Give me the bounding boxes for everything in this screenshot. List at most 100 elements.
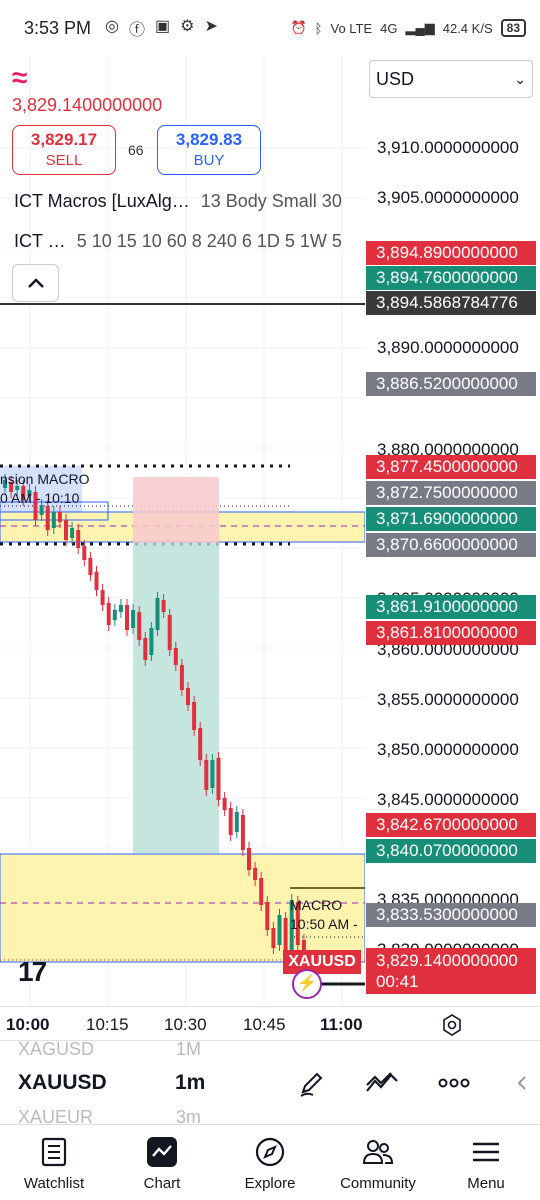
- prev-interval[interactable]: 1M: [176, 1039, 201, 1060]
- indicator-params: 5 10 15 10 60 8 240 6 1D 5 1W 5: [76, 231, 342, 251]
- time-axis-label: 10:00: [6, 1015, 50, 1034]
- status-system-icons: ⏰ ᛒ Vo LTE 4G ▂▄▆ 42.4 K/S 83: [290, 19, 526, 37]
- chart-settings-icon[interactable]: [440, 1013, 464, 1042]
- price-tag: 3,872.7500000000: [366, 481, 536, 505]
- buy-label: BUY: [193, 152, 225, 169]
- more-options-icon[interactable]: [436, 1065, 472, 1101]
- time-axis-label: 10:45: [243, 1015, 286, 1034]
- candle-body: [240, 815, 245, 850]
- buy-button[interactable]: 3,829.83 BUY: [157, 125, 261, 175]
- prev-symbol[interactable]: XAGUSD: [18, 1039, 94, 1060]
- macro-label-top: nsion MACRO: [0, 471, 90, 487]
- compass-icon: [253, 1135, 287, 1169]
- broker-logo[interactable]: ≈: [12, 64, 44, 92]
- buy-price: 3,829.83: [175, 130, 243, 149]
- candle-body: [186, 688, 190, 705]
- pencil-icon[interactable]: [294, 1065, 330, 1101]
- bar-countdown: 00:41: [376, 972, 419, 991]
- candle-body: [228, 808, 233, 835]
- candle-body: [94, 572, 99, 590]
- chevron-down-icon: ⌄: [514, 70, 526, 87]
- indicator-name: ICT Macros [LuxAlg…: [14, 191, 190, 211]
- symbol-toolbar: XAGUSD 1M XAUUSD 1m XAUEUR 3m: [0, 1039, 540, 1127]
- indicator-legend-ict[interactable]: ICT … 5 10 15 10 60 8 240 6 1D 5 1W 5: [14, 231, 342, 252]
- candle-body: [76, 530, 81, 548]
- spread-value: 66: [128, 142, 144, 158]
- community-icon: [361, 1135, 395, 1169]
- candle-body: [51, 512, 56, 528]
- symbol-selector[interactable]: XAUUSD: [18, 1071, 107, 1095]
- candle-body: [125, 605, 129, 630]
- candle-body: [82, 546, 87, 560]
- candle-body: [234, 812, 239, 832]
- price-tag: 3,840.0700000000: [366, 839, 536, 863]
- candle-body: [247, 848, 251, 870]
- time-axis-label: 10:30: [164, 1015, 207, 1034]
- net-speed-value: 42.4: [442, 20, 469, 36]
- chart-icon: [145, 1135, 179, 1169]
- nav-label: Menu: [467, 1175, 505, 1192]
- candle-body: [173, 648, 178, 665]
- bluetooth-icon: ᛒ: [314, 20, 323, 36]
- price-scale-label: 3,845.0000000000: [377, 790, 519, 809]
- candle-body: [57, 512, 62, 522]
- chevron-left-icon[interactable]: [512, 1065, 532, 1101]
- candle-body: [137, 612, 142, 640]
- price-tag: 3,871.6900000000: [366, 507, 536, 531]
- candle-body: [70, 528, 75, 538]
- gamepad-icon: ▣: [155, 18, 171, 35]
- price-tag: 3,870.6600000000: [366, 533, 536, 557]
- nav-label: Explore: [244, 1175, 296, 1192]
- volte-indicator: Vo LTE: [330, 20, 373, 36]
- candle-body: [155, 598, 160, 630]
- indicator-params: 13 Body Small 30: [200, 191, 342, 211]
- price-scale-label: 3,890.0000000000: [377, 338, 519, 357]
- candle-body: [64, 520, 68, 540]
- candle-body: [265, 902, 270, 930]
- indicator-name: ICT …: [14, 231, 66, 251]
- price-tag: 3,894.8900000000: [366, 241, 536, 265]
- candle-body: [259, 878, 264, 905]
- position-profit-zone: [133, 543, 219, 853]
- net-speed-unit: K/S: [471, 20, 493, 36]
- price-tag: 3,842.6700000000: [366, 813, 536, 837]
- instagram-icon: ◎: [105, 18, 120, 35]
- candle-body: [210, 760, 215, 788]
- candle-body: [88, 558, 93, 575]
- watchlist-icon: [37, 1135, 71, 1169]
- nav-community[interactable]: Community: [324, 1125, 432, 1200]
- signal-icon: ▂▄▆: [405, 20, 435, 35]
- nav-explore[interactable]: Explore: [216, 1125, 324, 1200]
- lightning-icon[interactable]: ⚡: [292, 969, 322, 999]
- indicator-legend-ict-macros[interactable]: ICT Macros [LuxAlg… 13 Body Small 30: [14, 191, 342, 212]
- candle-body: [216, 758, 221, 800]
- price-tag: 3,833.5300000000: [366, 903, 536, 927]
- currency-select[interactable]: USD ⌄: [369, 60, 533, 98]
- nav-chart[interactable]: Chart: [108, 1125, 216, 1200]
- nav-menu[interactable]: Menu: [432, 1125, 540, 1200]
- nav-watchlist[interactable]: Watchlist: [0, 1125, 108, 1200]
- indicators-icon[interactable]: [364, 1065, 400, 1101]
- candle-body: [277, 915, 282, 945]
- menu-icon: [469, 1135, 503, 1169]
- macro-time-bottom: 10:50 AM -: [290, 916, 358, 932]
- candle-body: [179, 665, 184, 690]
- candle-body: [131, 610, 136, 628]
- collapse-legend-button[interactable]: [12, 264, 59, 302]
- facebook-icon: ⓕ: [129, 22, 146, 39]
- position-loss-zone: [133, 477, 219, 543]
- price-tag: 3,861.8100000000: [366, 621, 536, 645]
- time-axis-label: 11:00: [320, 1015, 363, 1034]
- currency-value: USD: [376, 68, 415, 89]
- candle-body: [198, 728, 203, 760]
- price-scale-label: 3,905.0000000000: [377, 188, 519, 207]
- interval-selector[interactable]: 1m: [175, 1071, 205, 1095]
- price-tag: 3,886.5200000000: [366, 372, 536, 396]
- send-icon: ➤: [204, 18, 218, 35]
- sell-button[interactable]: 3,829.17 SELL: [12, 125, 116, 175]
- candle-body: [192, 702, 197, 730]
- nav-label: Watchlist: [23, 1175, 85, 1192]
- candle-body: [149, 628, 154, 655]
- settings-notification-icon: ⚙: [180, 18, 195, 35]
- time-axis[interactable]: 10:00 10:15 10:30 10:45 11:00: [0, 1006, 540, 1040]
